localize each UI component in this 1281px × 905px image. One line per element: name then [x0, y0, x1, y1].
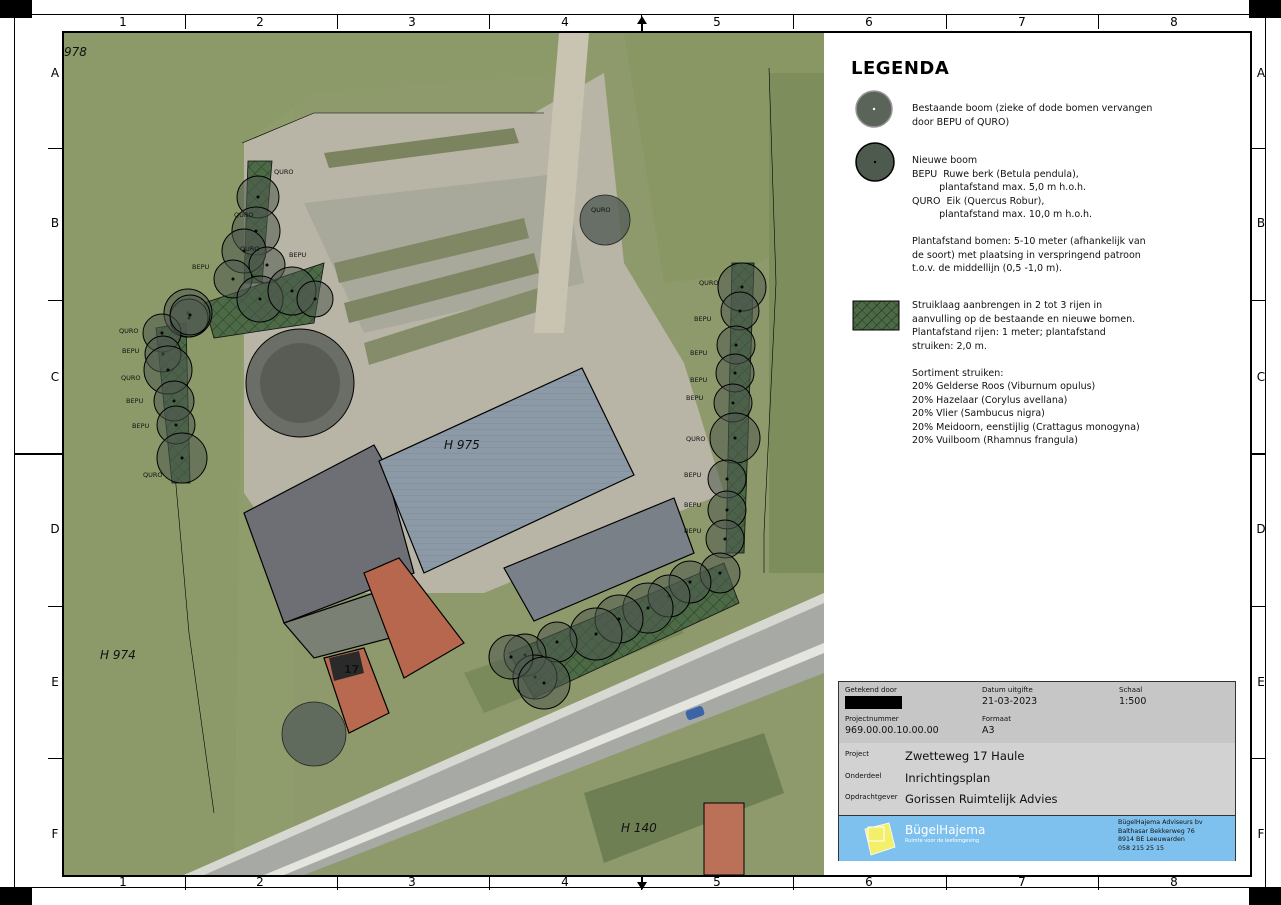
- grid-tick-left: [48, 758, 62, 759]
- grid-tick-top: [337, 15, 338, 29]
- legend-new-tree-text: Nieuwe boom BEPU Ruwe berk (Betula pendu…: [912, 155, 1146, 274]
- row-label-left: E: [51, 675, 59, 689]
- company-name: BügelHajema: [905, 823, 986, 837]
- row-label-left: D: [50, 522, 60, 536]
- company-tagline: Ruimte voor de leefomgeving: [905, 838, 980, 844]
- row-label-left: F: [51, 827, 59, 841]
- legend-existing-tree-text: Bestaande boom (zieke of dode bomen verv…: [912, 103, 1153, 128]
- column-label-top: 4: [561, 15, 569, 29]
- row-label-right: B: [1256, 216, 1266, 230]
- part-value: Inrichtingsplan: [905, 771, 991, 785]
- grid-tick-left: [48, 148, 62, 149]
- grid-tick-right: [1252, 758, 1266, 759]
- column-label-bottom: 4: [561, 875, 569, 889]
- grid-tick-bottom: [1098, 876, 1099, 890]
- column-label-bottom: 7: [1018, 875, 1026, 889]
- legend-shrub-layer-text: Struiklaag aanbrengen in 2 tot 3 rijen i…: [912, 300, 1140, 446]
- grid-tick-top: [185, 15, 186, 29]
- drawn-by-label: Getekend door: [845, 686, 897, 694]
- grid-tick-bottom: [337, 876, 338, 890]
- row-label-right: D: [1256, 522, 1266, 536]
- grid-tick-right: [1252, 606, 1266, 607]
- column-label-top: 8: [1170, 15, 1178, 29]
- date-value: 21-03-2023: [982, 696, 1038, 707]
- grid-tick-right: [1252, 148, 1266, 149]
- client-label: Opdrachtgever: [845, 793, 898, 801]
- column-label-bottom: 5: [713, 875, 721, 889]
- column-label-top: 2: [256, 15, 264, 29]
- column-label-top: 5: [713, 15, 721, 29]
- column-label-bottom: 3: [408, 875, 416, 889]
- row-label-right: A: [1256, 66, 1266, 80]
- existing-tree-symbol-icon: [855, 90, 893, 128]
- column-label-bottom: 6: [865, 875, 873, 889]
- column-label-bottom: 8: [1170, 875, 1178, 889]
- shrub-layer-symbol-icon: [852, 300, 900, 331]
- column-label-bottom: 2: [256, 875, 264, 889]
- new-tree-symbol-icon: [855, 142, 895, 182]
- company-logo-icon: [864, 822, 896, 856]
- scale-label: Schaal: [1119, 686, 1143, 694]
- row-label-left: B: [50, 216, 60, 230]
- grid-tick-top: [489, 15, 490, 29]
- scale-value: 1:500: [1119, 696, 1147, 707]
- row-label-right: E: [1257, 675, 1265, 689]
- row-label-right: C: [1256, 370, 1266, 384]
- column-label-top: 7: [1018, 15, 1026, 29]
- grid-tick-bottom: [489, 876, 490, 890]
- format-label: Formaat: [982, 715, 1011, 723]
- column-label-bottom: 1: [119, 875, 127, 889]
- drawn-by-redacted: [845, 696, 902, 709]
- grid-tick-right: [1252, 300, 1266, 301]
- project-number-value: 969.00.00.10.00.00: [845, 725, 939, 736]
- client-value: Gorissen Ruimtelijk Advies: [905, 792, 1058, 806]
- row-label-right: F: [1257, 827, 1265, 841]
- title-block-project: Project Zwetteweg 17 Haule Onderdeel Inr…: [839, 743, 1235, 816]
- corner-mark-bottom-left: [0, 887, 32, 905]
- center-mark-left: [14, 453, 62, 455]
- format-value: A3: [982, 725, 995, 736]
- corner-mark-bottom-right: [1249, 887, 1281, 905]
- grid-tick-bottom: [793, 876, 794, 890]
- grid-tick-top: [1098, 15, 1099, 29]
- column-label-top: 1: [119, 15, 127, 29]
- title-block: Getekend door Datum uitgifte 21-03-2023 …: [838, 681, 1236, 861]
- project-value: Zwetteweg 17 Haule: [905, 749, 1025, 763]
- drawing-sheet: 1 2 3 4 5 6 7 8 1 2 3 4 5 6 7 8 A B C D E F A B C D E F QURO QUR…: [0, 0, 1281, 905]
- legend-title: LEGENDA: [851, 58, 950, 79]
- row-label-left: A: [50, 66, 60, 80]
- date-label: Datum uitgifte: [982, 686, 1033, 694]
- grid-tick-left: [48, 300, 62, 301]
- project-label: Project: [845, 750, 869, 758]
- grid-tick-bottom: [185, 876, 186, 890]
- title-block-meta: Getekend door Datum uitgifte 21-03-2023 …: [839, 682, 1235, 744]
- column-label-top: 6: [865, 15, 873, 29]
- grid-tick-left: [48, 606, 62, 607]
- grid-tick-top: [793, 15, 794, 29]
- company-address: BügelHajema Adviseurs bv Balthasar Bekke…: [1118, 819, 1203, 852]
- row-label-left: C: [50, 370, 60, 384]
- company-band: BügelHajema Ruimte voor de leefomgeving …: [839, 816, 1235, 861]
- project-number-label: Projectnummer: [845, 715, 899, 723]
- grid-tick-top: [946, 15, 947, 29]
- part-label: Onderdeel: [845, 772, 882, 780]
- grid-tick-bottom: [946, 876, 947, 890]
- column-label-top: 3: [408, 15, 416, 29]
